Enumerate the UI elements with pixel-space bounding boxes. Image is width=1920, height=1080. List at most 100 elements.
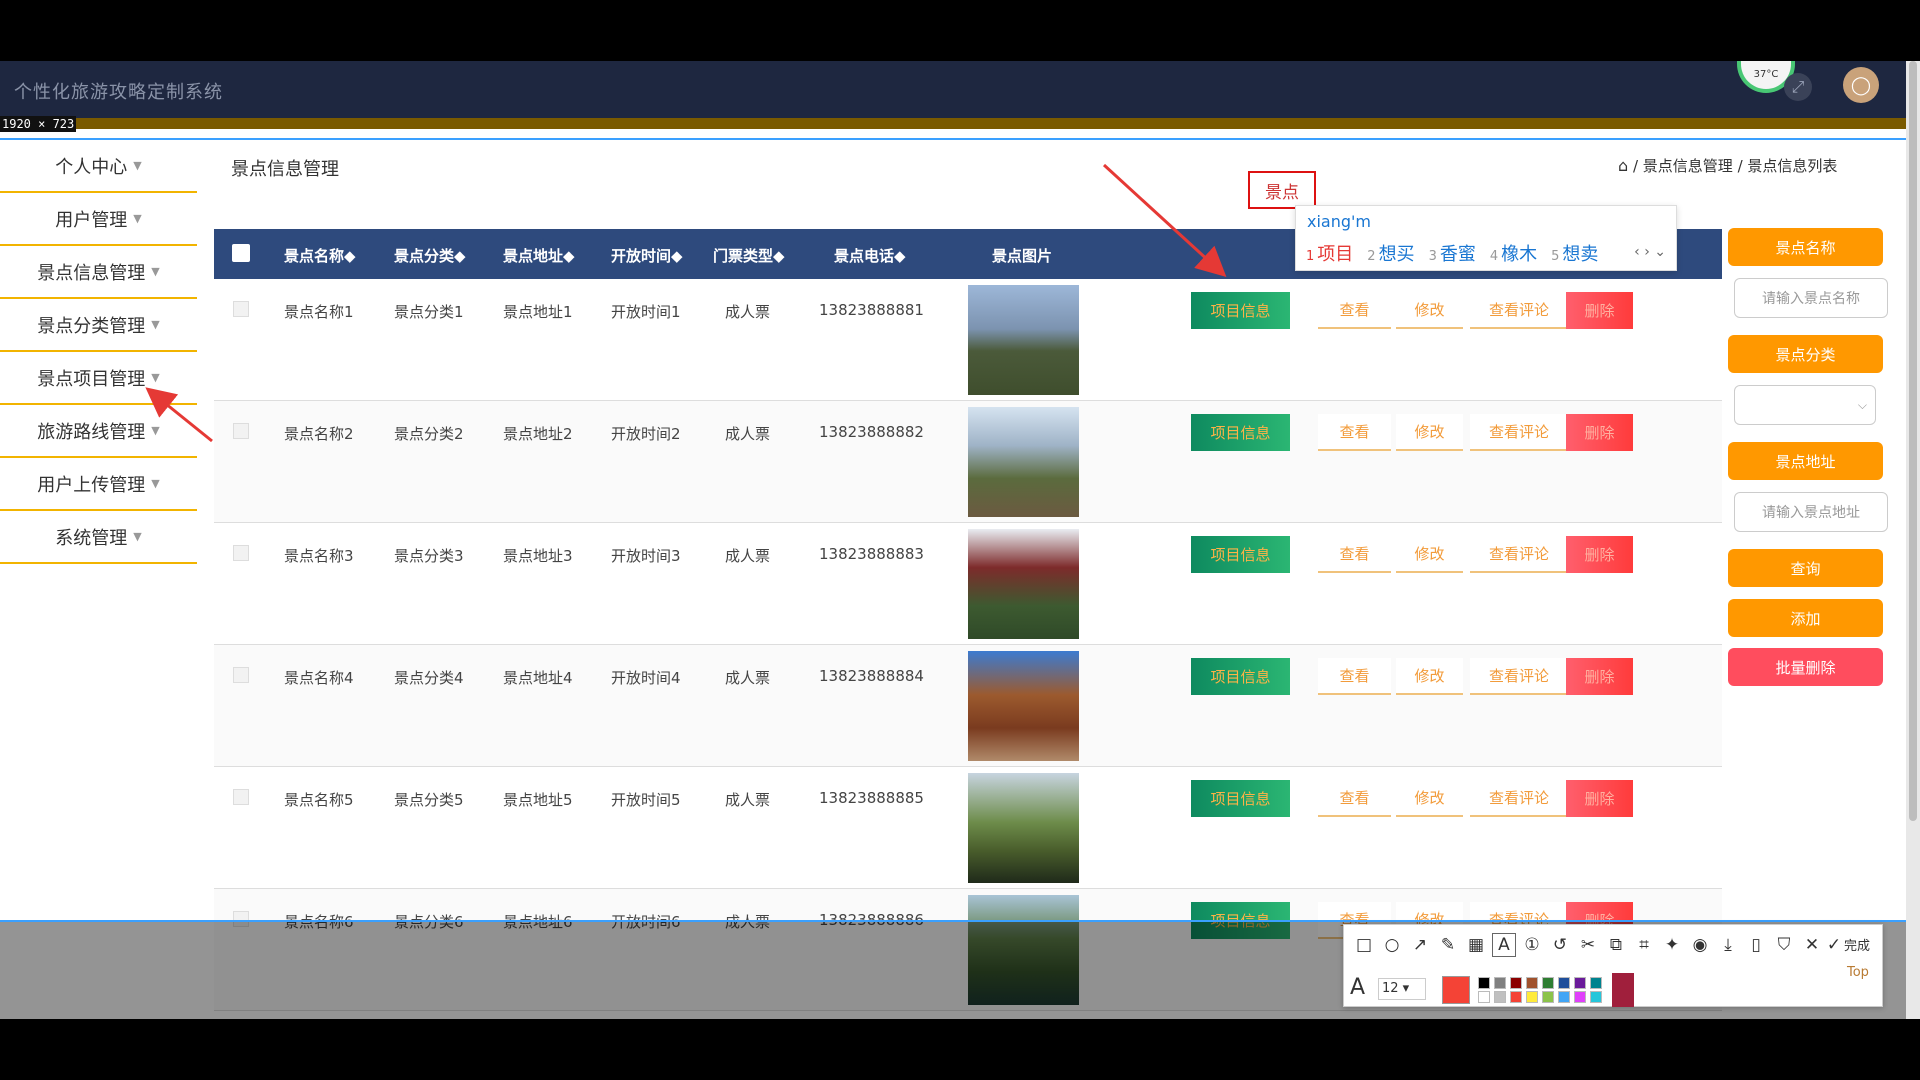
color-swatch[interactable] xyxy=(1574,991,1586,1003)
sidebar-item-spot-info[interactable]: 景点信息管理 ▼ xyxy=(0,246,197,299)
rectangle-tool-icon[interactable]: □ xyxy=(1352,933,1376,957)
view-comments-button[interactable]: 查看评论 xyxy=(1470,536,1568,573)
ime-candidate[interactable]: 5 想卖 xyxy=(1551,244,1598,265)
check-icon[interactable]: ✓ xyxy=(1822,933,1846,957)
color-swatch[interactable] xyxy=(1510,977,1522,989)
spot-name-input[interactable]: 请输入景点名称 xyxy=(1734,278,1888,318)
ellipse-tool-icon[interactable]: ○ xyxy=(1380,933,1404,957)
edit-button[interactable]: 修改 xyxy=(1396,292,1463,329)
home-icon[interactable]: ⌂ xyxy=(1618,156,1628,175)
current-color-swatch[interactable] xyxy=(1442,976,1470,1004)
close-icon[interactable]: ✕ xyxy=(1800,933,1824,957)
color-swatch[interactable] xyxy=(1510,991,1522,1003)
undo-icon[interactable]: ↺ xyxy=(1548,933,1572,957)
spot-name-label-button[interactable]: 景点名称 xyxy=(1728,228,1883,266)
mosaic-tool-icon[interactable]: ▦ xyxy=(1464,933,1488,957)
arrow-tool-icon[interactable]: ↗ xyxy=(1408,933,1432,957)
spot-category-label-button[interactable]: 景点分类 xyxy=(1728,335,1883,373)
number-tool-icon[interactable]: ① xyxy=(1520,933,1544,957)
delete-button[interactable]: 删除 xyxy=(1566,536,1633,573)
batch-delete-button[interactable]: 批量删除 xyxy=(1728,648,1883,686)
col-phone-header[interactable]: 景点电话◆ xyxy=(834,245,906,266)
row-checkbox[interactable] xyxy=(233,423,249,439)
translate-icon[interactable]: ⧉ xyxy=(1604,933,1628,957)
view-button[interactable]: 查看 xyxy=(1318,414,1391,451)
spot-address-label-button[interactable]: 景点地址 xyxy=(1728,442,1883,480)
color-swatch[interactable] xyxy=(1478,977,1490,989)
col-name-header[interactable]: 景点名称◆ xyxy=(284,245,356,266)
text-tool-icon[interactable]: A xyxy=(1492,933,1516,957)
user-avatar-icon[interactable]: ◯ xyxy=(1843,67,1879,103)
query-button[interactable]: 查询 xyxy=(1728,549,1883,587)
sidebar-item-routes[interactable]: 旅游路线管理 ▼ xyxy=(0,405,197,458)
row-checkbox[interactable] xyxy=(233,789,249,805)
color-swatch[interactable] xyxy=(1558,991,1570,1003)
spot-image[interactable] xyxy=(968,773,1079,883)
typed-text-box[interactable]: 景点 xyxy=(1248,171,1316,209)
record-icon[interactable]: ◉ xyxy=(1688,933,1712,957)
scan-icon[interactable]: ⌗ xyxy=(1632,933,1656,957)
col-address-header[interactable]: 景点地址◆ xyxy=(503,245,575,266)
view-button[interactable]: 查看 xyxy=(1318,536,1391,573)
edit-button[interactable]: 修改 xyxy=(1396,780,1463,817)
sidebar-item-system[interactable]: 系统管理 ▼ xyxy=(0,511,197,564)
edit-button[interactable]: 修改 xyxy=(1396,536,1463,573)
col-open-header[interactable]: 开放时间◆ xyxy=(611,245,683,266)
spot-category-select[interactable]: ⌵ xyxy=(1734,385,1876,425)
view-comments-button[interactable]: 查看评论 xyxy=(1470,780,1568,817)
edit-button[interactable]: 修改 xyxy=(1396,658,1463,695)
fullscreen-icon[interactable]: ⤢ xyxy=(1784,73,1812,101)
project-info-button[interactable]: 项目信息 xyxy=(1191,658,1290,695)
bookmark-icon[interactable]: ⛉ xyxy=(1772,933,1796,957)
ime-candidate[interactable]: 1 项目 xyxy=(1306,244,1353,265)
delete-button[interactable]: 删除 xyxy=(1566,658,1633,695)
breadcrumb-level1[interactable]: 景点信息管理 xyxy=(1643,157,1733,175)
color-swatch[interactable] xyxy=(1542,991,1554,1003)
sidebar-item-spot-project[interactable]: 景点项目管理 ▼ xyxy=(0,352,197,405)
delete-button[interactable]: 删除 xyxy=(1566,292,1633,329)
spot-image[interactable] xyxy=(968,285,1079,395)
spot-image[interactable] xyxy=(968,529,1079,639)
view-button[interactable]: 查看 xyxy=(1318,658,1391,695)
color-swatch[interactable] xyxy=(1590,991,1602,1003)
sidebar-item-users[interactable]: 用户管理 ▼ xyxy=(0,193,197,246)
add-button[interactable]: 添加 xyxy=(1728,599,1883,637)
row-checkbox[interactable] xyxy=(233,667,249,683)
edit-button[interactable]: 修改 xyxy=(1396,414,1463,451)
delete-button[interactable]: 删除 xyxy=(1566,780,1633,817)
ime-candidate[interactable]: 4 橡木 xyxy=(1490,244,1537,265)
row-checkbox[interactable] xyxy=(233,545,249,561)
pen-tool-icon[interactable]: ✎ xyxy=(1436,933,1460,957)
scrollbar-thumb[interactable] xyxy=(1909,61,1917,821)
color-swatch[interactable] xyxy=(1478,991,1490,1003)
font-size-select[interactable]: 12 ▾ xyxy=(1378,978,1426,1000)
view-button[interactable]: 查看 xyxy=(1318,780,1391,817)
back-to-top-link[interactable]: Top xyxy=(1847,965,1869,980)
cut-icon[interactable]: ✂ xyxy=(1576,933,1600,957)
color-swatch[interactable] xyxy=(1558,977,1570,989)
project-info-button[interactable]: 项目信息 xyxy=(1191,414,1290,451)
color-swatch[interactable] xyxy=(1590,977,1602,989)
ime-page-arrows-icon[interactable]: ‹ › ⌄ xyxy=(1634,244,1666,260)
spot-image[interactable] xyxy=(968,407,1079,517)
project-info-button[interactable]: 项目信息 xyxy=(1191,292,1290,329)
view-comments-button[interactable]: 查看评论 xyxy=(1470,414,1568,451)
color-swatch[interactable] xyxy=(1526,977,1538,989)
ime-candidate[interactable]: 2 想买 xyxy=(1367,244,1414,265)
color-swatch[interactable] xyxy=(1494,977,1506,989)
select-all-checkbox[interactable] xyxy=(232,244,250,262)
custom-color-swatch[interactable] xyxy=(1612,973,1634,1007)
project-info-button[interactable]: 项目信息 xyxy=(1191,536,1290,573)
done-button[interactable]: 完成 xyxy=(1844,935,1870,954)
delete-button[interactable]: 删除 xyxy=(1566,414,1633,451)
sidebar-item-uploads[interactable]: 用户上传管理 ▼ xyxy=(0,458,197,511)
row-checkbox[interactable] xyxy=(233,301,249,317)
color-swatch[interactable] xyxy=(1526,991,1538,1003)
download-icon[interactable]: ⤓ xyxy=(1716,933,1740,957)
sidebar-item-spot-category[interactable]: 景点分类管理 ▼ xyxy=(0,299,197,352)
col-ticket-header[interactable]: 门票类型◆ xyxy=(713,245,785,266)
spot-image[interactable] xyxy=(968,651,1079,761)
pin-icon[interactable]: ✦ xyxy=(1660,933,1684,957)
view-comments-button[interactable]: 查看评论 xyxy=(1470,658,1568,695)
color-swatch[interactable] xyxy=(1542,977,1554,989)
